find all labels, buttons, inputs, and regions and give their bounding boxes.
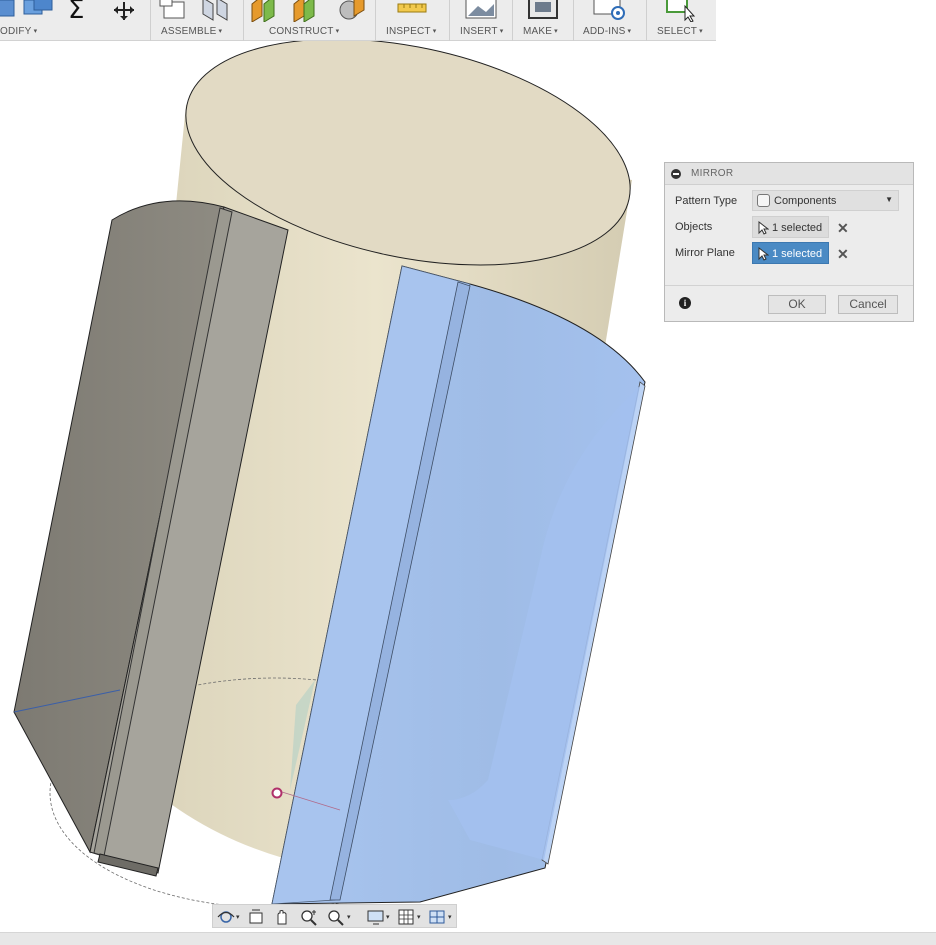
mirror-plane-selection-button[interactable]: 1 selected [752,242,829,264]
viewports-dropdown-icon[interactable]: ▾ [448,913,452,921]
pattern-type-select[interactable]: Components ▼ [752,190,899,211]
pattern-type-value: Components [774,195,837,207]
add-ins-label[interactable]: ADD-INS ▾ [583,26,631,37]
grid-dropdown-icon[interactable]: ▾ [417,913,421,921]
assemble-group[interactable]: ASSEMBLE ▾ [151,0,243,41]
display-dropdown-icon[interactable]: ▾ [386,913,390,921]
dropdown-arrow-icon: ▼ [885,195,893,204]
mirror-plane-value: 1 selected [772,248,823,260]
midplane-icon[interactable] [290,0,324,22]
select-icon[interactable] [665,0,701,22]
look-at-icon[interactable] [247,908,265,926]
inspect-label[interactable]: INSPECT ▾ [386,26,436,37]
sum-icon[interactable]: Σ [66,0,96,22]
move-icon[interactable] [108,0,140,22]
zoom-dropdown-icon[interactable]: ▾ [347,913,351,921]
cursor-arrow-icon [758,221,769,235]
assemble-label[interactable]: ASSEMBLE ▾ [161,26,222,37]
ok-button[interactable]: OK [768,295,826,314]
make-group[interactable]: MAKE ▾ [513,0,573,41]
cursor-arrow-icon [758,247,769,261]
viewports-icon[interactable] [428,908,448,926]
modify-label[interactable]: ODIFY ▾ [0,26,37,37]
svg-text:Σ: Σ [68,0,84,22]
insert-image-icon[interactable] [464,0,498,22]
clear-objects-icon[interactable]: ✕ [837,221,849,235]
dialog-header: MIRROR [665,163,913,185]
insert-group[interactable]: INSERT ▾ [450,0,512,41]
combine-icon[interactable] [22,0,56,22]
dialog-title: MIRROR [691,168,734,179]
origin-point-marker[interactable] [271,787,283,799]
add-ins-group[interactable]: ADD-INS ▾ [574,0,646,41]
select-label[interactable]: SELECT ▾ [657,26,703,37]
offset-plane-icon[interactable] [248,0,282,22]
zoom-icon[interactable] [299,908,319,926]
pattern-type-label: Pattern Type [675,195,738,207]
navigation-bar: ▾ ▾ ▾ ▾ ▾ [212,904,457,928]
pan-icon[interactable] [273,908,291,926]
select-group[interactable]: SELECT ▾ [647,0,716,41]
collapse-icon[interactable] [671,169,681,179]
objects-label: Objects [675,221,713,233]
dialog-divider [665,285,913,286]
main-toolbar: Σ ODIFY ▾ ASSEMBLE ▾ CONSTRUCT ▾ INSPECT… [0,0,716,41]
component-icon [757,194,770,207]
orbit-icon[interactable] [216,908,236,926]
grid-icon[interactable] [397,908,417,926]
axis-icon[interactable] [332,0,366,22]
display-settings-icon[interactable] [366,908,386,926]
mirror-plane-label: Mirror Plane [675,247,735,259]
measure-icon[interactable] [396,0,430,22]
fit-icon[interactable] [326,908,346,926]
construct-group[interactable]: CONSTRUCT ▾ [244,0,375,41]
inspect-group[interactable]: INSPECT ▾ [376,0,449,41]
clear-mirror-plane-icon[interactable]: ✕ [837,247,849,261]
objects-selection-button[interactable]: 1 selected [752,216,829,238]
joint-icon[interactable] [199,0,233,22]
orbit-dropdown-icon[interactable]: ▾ [236,913,240,921]
mirror-dialog: MIRROR Pattern Type Components ▼ Objects… [664,162,914,322]
modify-group[interactable]: Σ ODIFY ▾ [0,0,150,41]
status-bar [0,932,936,945]
3d-print-icon[interactable] [527,0,561,22]
cancel-button[interactable]: Cancel [838,295,898,314]
construct-label[interactable]: CONSTRUCT ▾ [269,26,339,37]
scripts-icon[interactable] [592,0,628,22]
info-icon[interactable]: i [679,297,691,309]
objects-value: 1 selected [772,222,823,234]
insert-label[interactable]: INSERT ▾ [460,26,503,37]
new-component-icon[interactable] [158,0,190,22]
make-label[interactable]: MAKE ▾ [523,26,558,37]
